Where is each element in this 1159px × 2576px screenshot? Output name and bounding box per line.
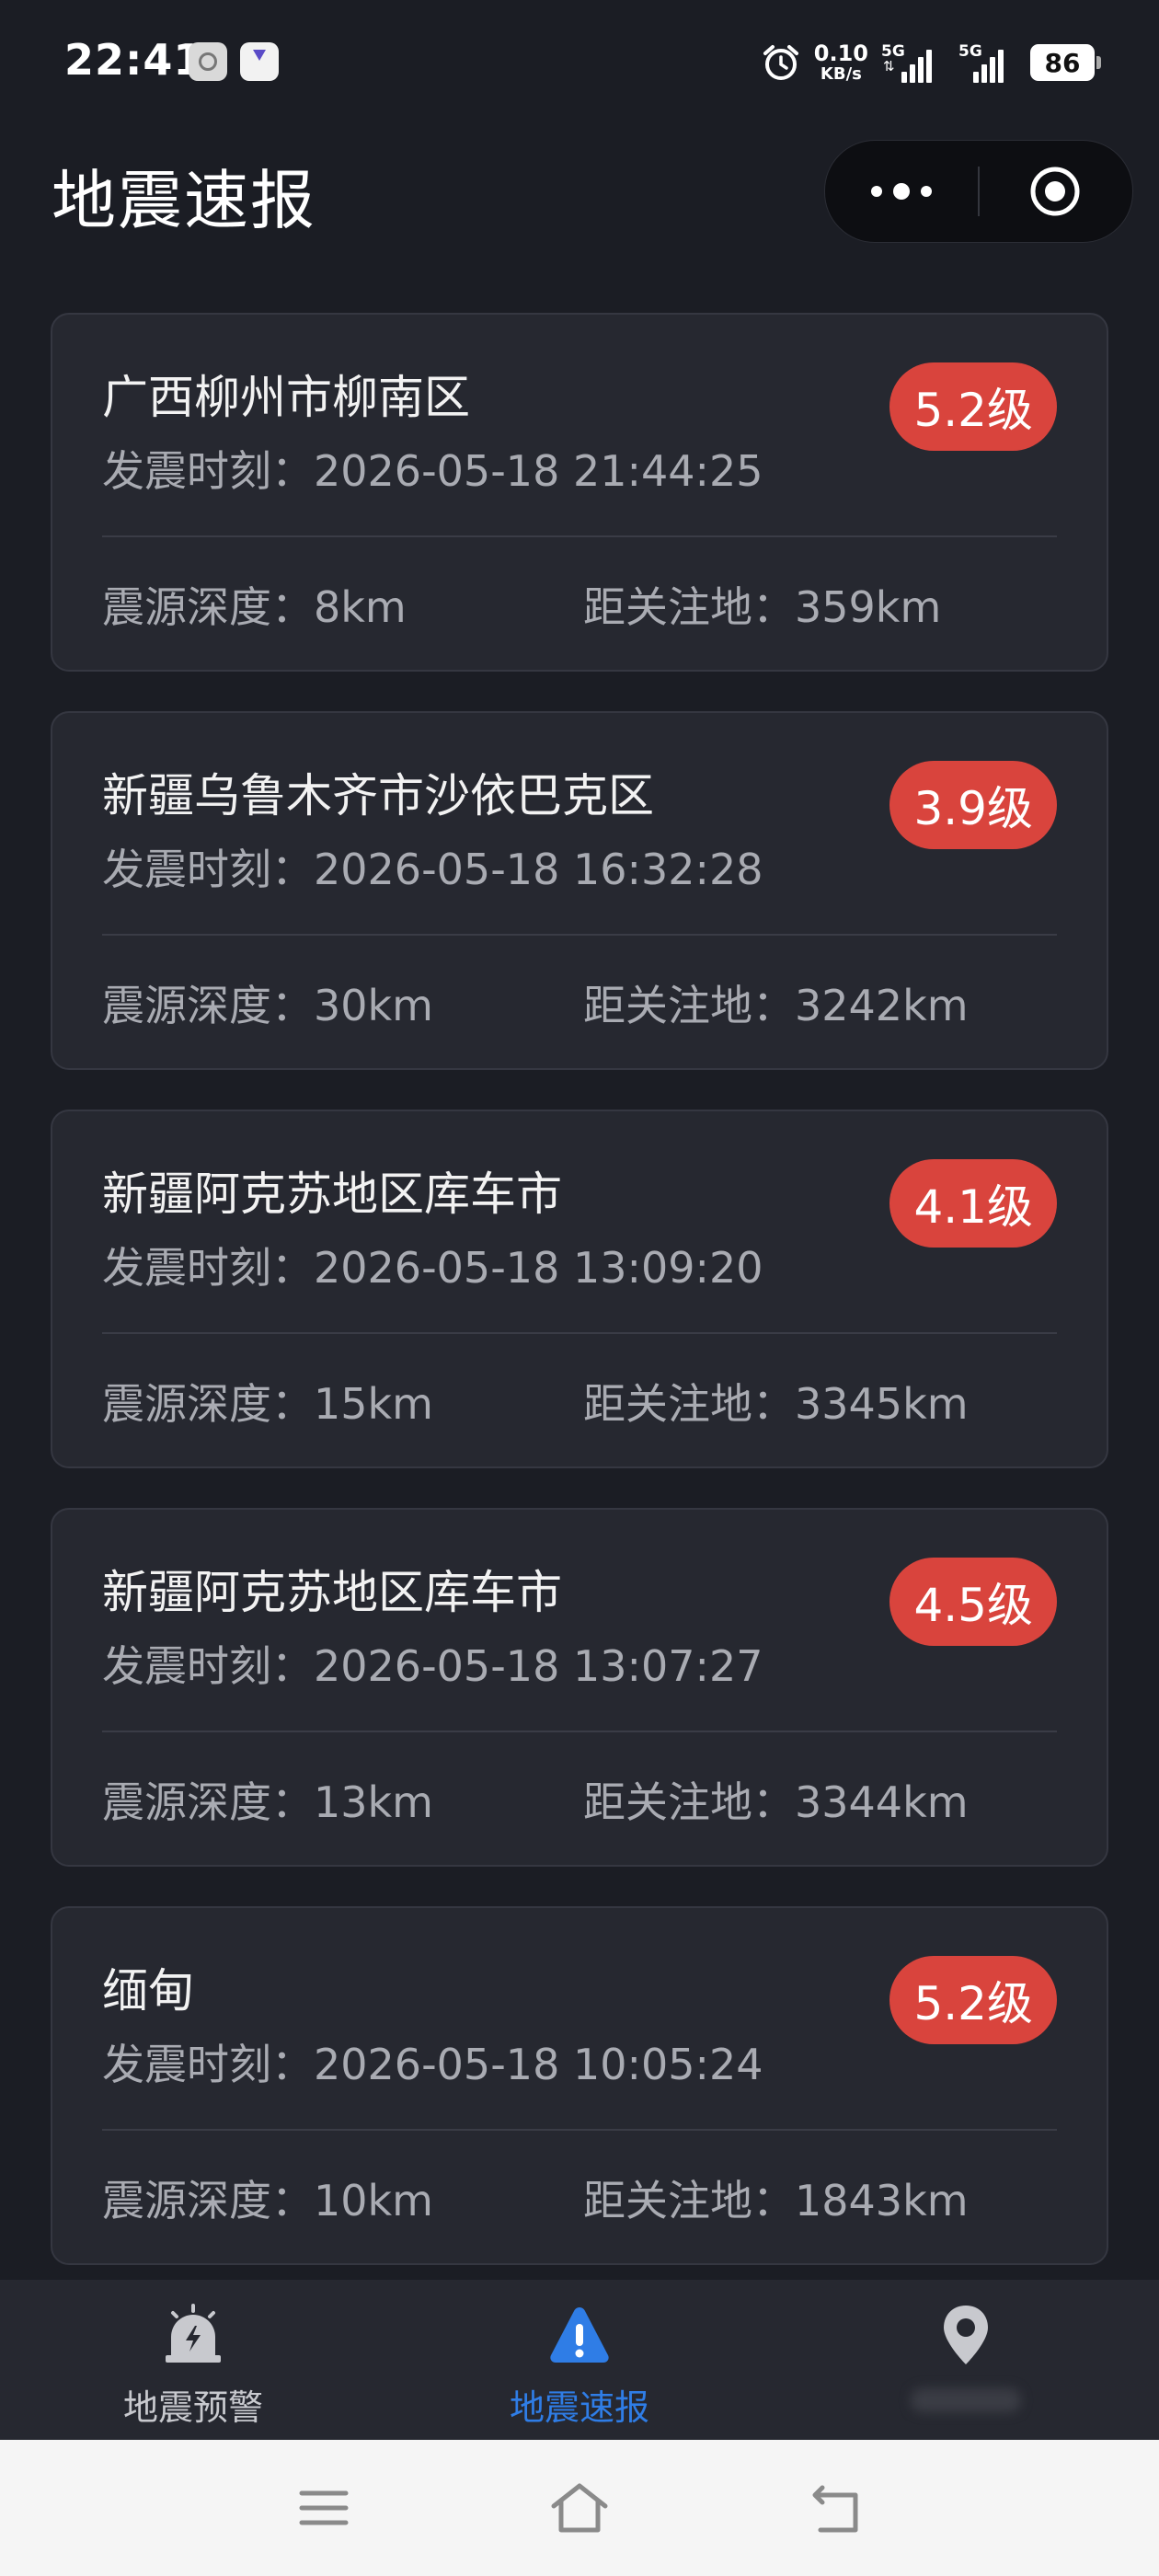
earthquake-distance: 距关注地：359km — [583, 582, 942, 632]
network-speed: 0.10 KB/s — [814, 42, 868, 83]
status-clock: 22:41 — [64, 35, 204, 85]
tab-location[interactable] — [773, 2280, 1159, 2440]
earthquake-depth: 震源深度：8km — [102, 582, 407, 632]
tab-label-obscured — [911, 2388, 1021, 2412]
capsule-divider — [978, 167, 980, 216]
earthquake-depth: 震源深度：13km — [102, 1777, 433, 1827]
back-icon[interactable] — [809, 2480, 865, 2536]
earthquake-location: 新疆阿克苏地区库车市 — [102, 1566, 562, 1619]
signal-strength-icon: 5G ⇅ — [881, 42, 946, 83]
magnitude-badge: 5.2级 — [889, 1956, 1057, 2044]
earthquake-distance: 距关注地：3242km — [583, 981, 969, 1030]
status-indicators: 0.10 KB/s 5G ⇅ 5G 86 — [761, 37, 1101, 88]
earthquake-depth: 震源深度：10km — [102, 2176, 433, 2225]
earthquake-location: 缅甸 — [102, 1964, 194, 2018]
alarm-clock-icon — [763, 45, 798, 80]
tab-earthquake-report[interactable]: 地震速报 — [386, 2280, 773, 2440]
earthquake-card[interactable]: 新疆阿克苏地区库车市 发震时刻：2026-05-18 13:07:27 4.5级… — [51, 1508, 1108, 1867]
target-circle-icon[interactable] — [1029, 166, 1081, 217]
home-icon[interactable] — [548, 2480, 611, 2536]
network-speed-unit: KB/s — [820, 64, 862, 84]
earthquake-depth: 震源深度：30km — [102, 981, 433, 1030]
earthquake-distance: 距关注地：3344km — [583, 1777, 969, 1827]
magnitude-badge: 4.5级 — [889, 1558, 1057, 1646]
tab-label: 地震速报 — [509, 2387, 649, 2428]
alarm-bell-icon — [166, 2304, 221, 2363]
card-divider — [102, 934, 1057, 936]
warning-triangle-icon — [550, 2307, 609, 2363]
menu-icon[interactable] — [296, 2480, 351, 2536]
more-dots-icon[interactable] — [825, 141, 978, 242]
earthquake-location: 新疆乌鲁木齐市沙依巴克区 — [102, 769, 654, 822]
battery-icon: 86 — [1030, 44, 1101, 81]
earthquake-location: 新疆阿克苏地区库车市 — [102, 1167, 562, 1221]
mini-program-capsule — [824, 140, 1133, 243]
tab-label: 地震预警 — [122, 2387, 263, 2428]
page-title: 地震速报 — [52, 163, 316, 238]
signal-strength-icon: 5G — [958, 42, 1017, 83]
earthquake-time: 发震时刻：2026-05-18 10:05:24 — [102, 2040, 763, 2089]
magnitude-badge: 3.9级 — [889, 761, 1057, 849]
card-divider — [102, 1731, 1057, 1732]
hourglass-app-icon — [240, 42, 279, 81]
earthquake-card[interactable]: 新疆乌鲁木齐市沙依巴克区 发震时刻：2026-05-18 16:32:28 3.… — [51, 711, 1108, 1070]
camera-app-icon — [189, 42, 227, 81]
earthquake-card[interactable]: 广西柳州市柳南区 发震时刻：2026-05-18 21:44:25 5.2级 震… — [51, 313, 1108, 672]
location-pin-icon — [944, 2306, 988, 2364]
card-divider — [102, 1332, 1057, 1334]
earthquake-time: 发震时刻：2026-05-18 13:09:20 — [102, 1243, 763, 1293]
status-bar: 22:41 0.10 KB/s 5G ⇅ 5G 86 — [0, 0, 1159, 129]
network-speed-value: 0.10 — [813, 40, 868, 66]
earthquake-card[interactable]: 新疆阿克苏地区库车市 发震时刻：2026-05-18 13:09:20 4.1级… — [51, 1110, 1108, 1468]
signal-type-label: 5G — [958, 42, 982, 61]
earthquake-card[interactable]: 缅甸 发震时刻：2026-05-18 10:05:24 5.2级 震源深度：10… — [51, 1906, 1108, 2265]
magnitude-badge: 4.1级 — [889, 1159, 1057, 1248]
earthquake-time: 发震时刻：2026-05-18 21:44:25 — [102, 446, 763, 496]
earthquake-depth: 震源深度：15km — [102, 1379, 433, 1429]
system-navigation-bar — [0, 2440, 1159, 2576]
earthquake-time: 发震时刻：2026-05-18 16:32:28 — [102, 845, 763, 894]
earthquake-distance: 距关注地：1843km — [583, 2176, 969, 2225]
bottom-tab-bar: 地震预警 地震速报 — [0, 2280, 1159, 2440]
magnitude-badge: 5.2级 — [889, 362, 1057, 451]
earthquake-distance: 距关注地：3345km — [583, 1379, 969, 1429]
card-divider — [102, 2129, 1057, 2131]
card-divider — [102, 535, 1057, 537]
earthquake-time: 发震时刻：2026-05-18 13:07:27 — [102, 1641, 763, 1691]
earthquake-location: 广西柳州市柳南区 — [102, 371, 470, 424]
tab-earthquake-warning[interactable]: 地震预警 — [0, 2280, 386, 2440]
